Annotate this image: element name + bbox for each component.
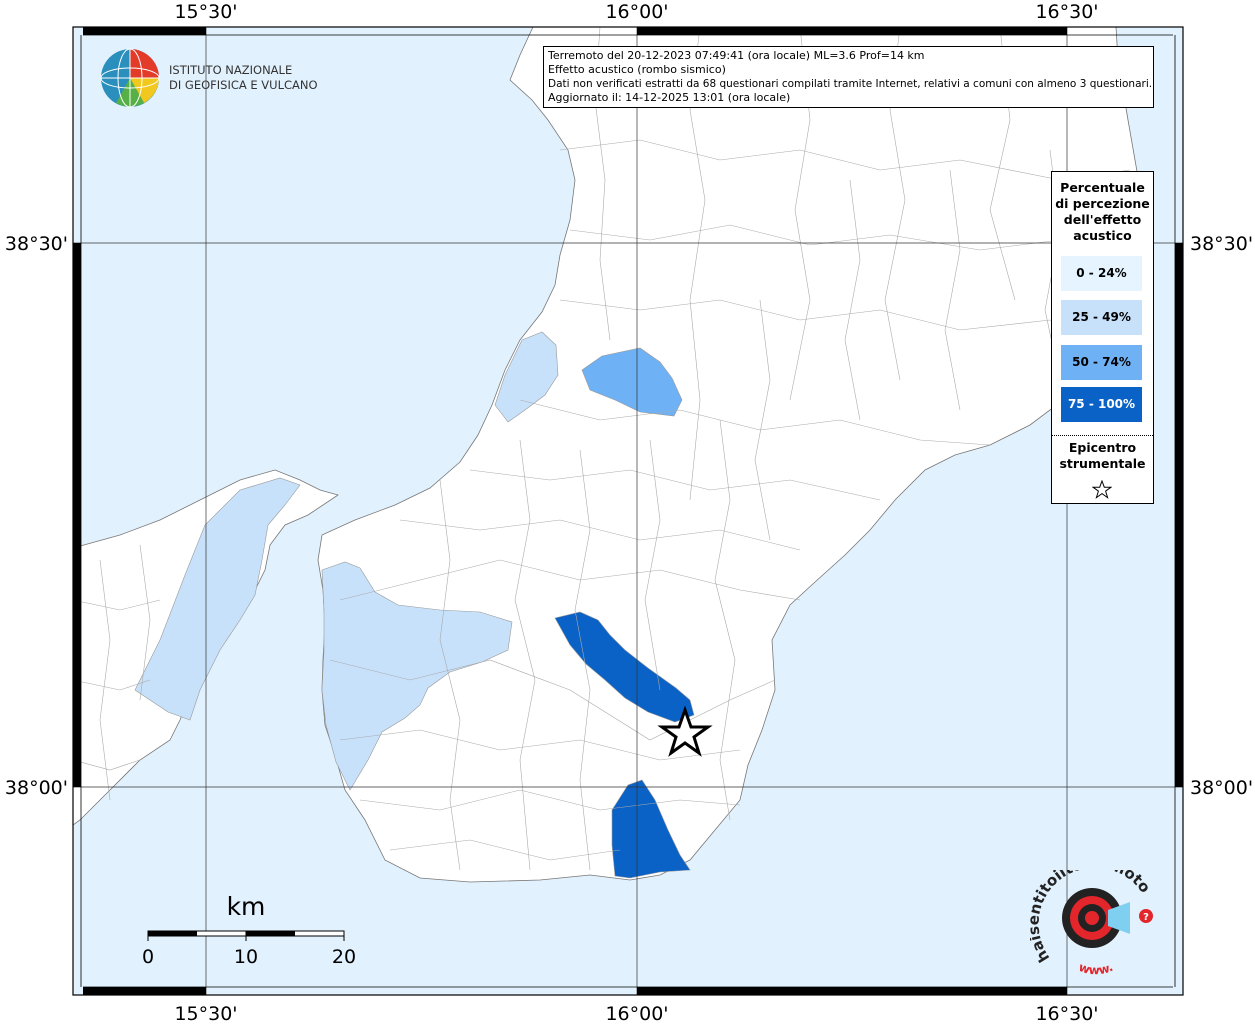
legend-class-75-100: 75 - 100% [1061,387,1142,422]
lat-label-left-1: 38°30' [5,233,68,255]
legend-title-line: dell'effetto [1063,212,1142,227]
updated-time: Aggiornato il: 14-12-2025 13:01 (ora loc… [548,91,791,104]
globe-icon [100,48,160,108]
scalebar-tick-20: 20 [332,946,356,968]
legend-epicenter-line: Epicentro [1068,440,1137,455]
legend-epicenter-line: strumentale [1059,456,1146,471]
lon-label-bottom-3: 16°30' [1035,1003,1098,1024]
legend: Percentuale di percezione dell'effetto a… [1051,171,1154,504]
lon-label-bottom-1: 15°30' [174,1003,237,1024]
legend-title: Percentuale di percezione dell'effetto a… [1052,172,1153,244]
ingv-logo: ISTITUTO NAZIONALE DI GEOFISICA E VULCAN… [98,46,353,110]
lat-label-right-2: 38°00' [1190,777,1253,799]
event-info-box: Terremoto del 20-12-2023 07:49:41 (ora l… [543,46,1154,108]
legend-title-line: Percentuale [1060,180,1145,195]
lat-label-left-2: 38°00' [5,777,68,799]
hsit-logo: ? haisentitoilterremoto.it www. [1024,854,1165,980]
scalebar-tick-10: 10 [234,946,258,968]
scalebar-tick-0: 0 [142,946,154,968]
seismic-target-icon: ? [1062,888,1153,948]
lon-label-top-2: 16°00' [605,1,668,23]
ingv-line2: DI GEOFISICA E VULCANOLOGIA [169,78,318,92]
effect-type: Effetto acustico (rombo sismico) [548,63,726,76]
lon-label-top-1: 15°30' [174,1,237,23]
legend-title-line: acustico [1073,228,1132,243]
svg-text:?: ? [1143,912,1149,923]
legend-separator [1052,435,1153,436]
hsit-www: www. [1077,960,1115,978]
lon-label-bottom-2: 16°00' [605,1003,668,1024]
lon-label-top-3: 16°30' [1035,1,1098,23]
lat-label-right-1: 38°30' [1190,233,1253,255]
legend-class-50-74: 50 - 74% [1061,345,1142,380]
ingv-line1: ISTITUTO NAZIONALE [169,63,292,77]
hsit-www-textpath: www. [1077,960,1115,978]
legend-class-0-24: 0 - 24% [1061,256,1142,291]
scalebar-unit: km [227,892,266,921]
legend-title-line: di percezione [1055,196,1150,211]
legend-star-icon [1092,480,1112,499]
legend-epicenter-title: Epicentro strumentale [1052,440,1153,472]
legend-class-25-49: 25 - 49% [1061,300,1142,335]
data-note: Dati non verificati estratti da 68 quest… [548,78,1153,90]
event-title: Terremoto del 20-12-2023 07:49:41 (ora l… [548,49,925,62]
